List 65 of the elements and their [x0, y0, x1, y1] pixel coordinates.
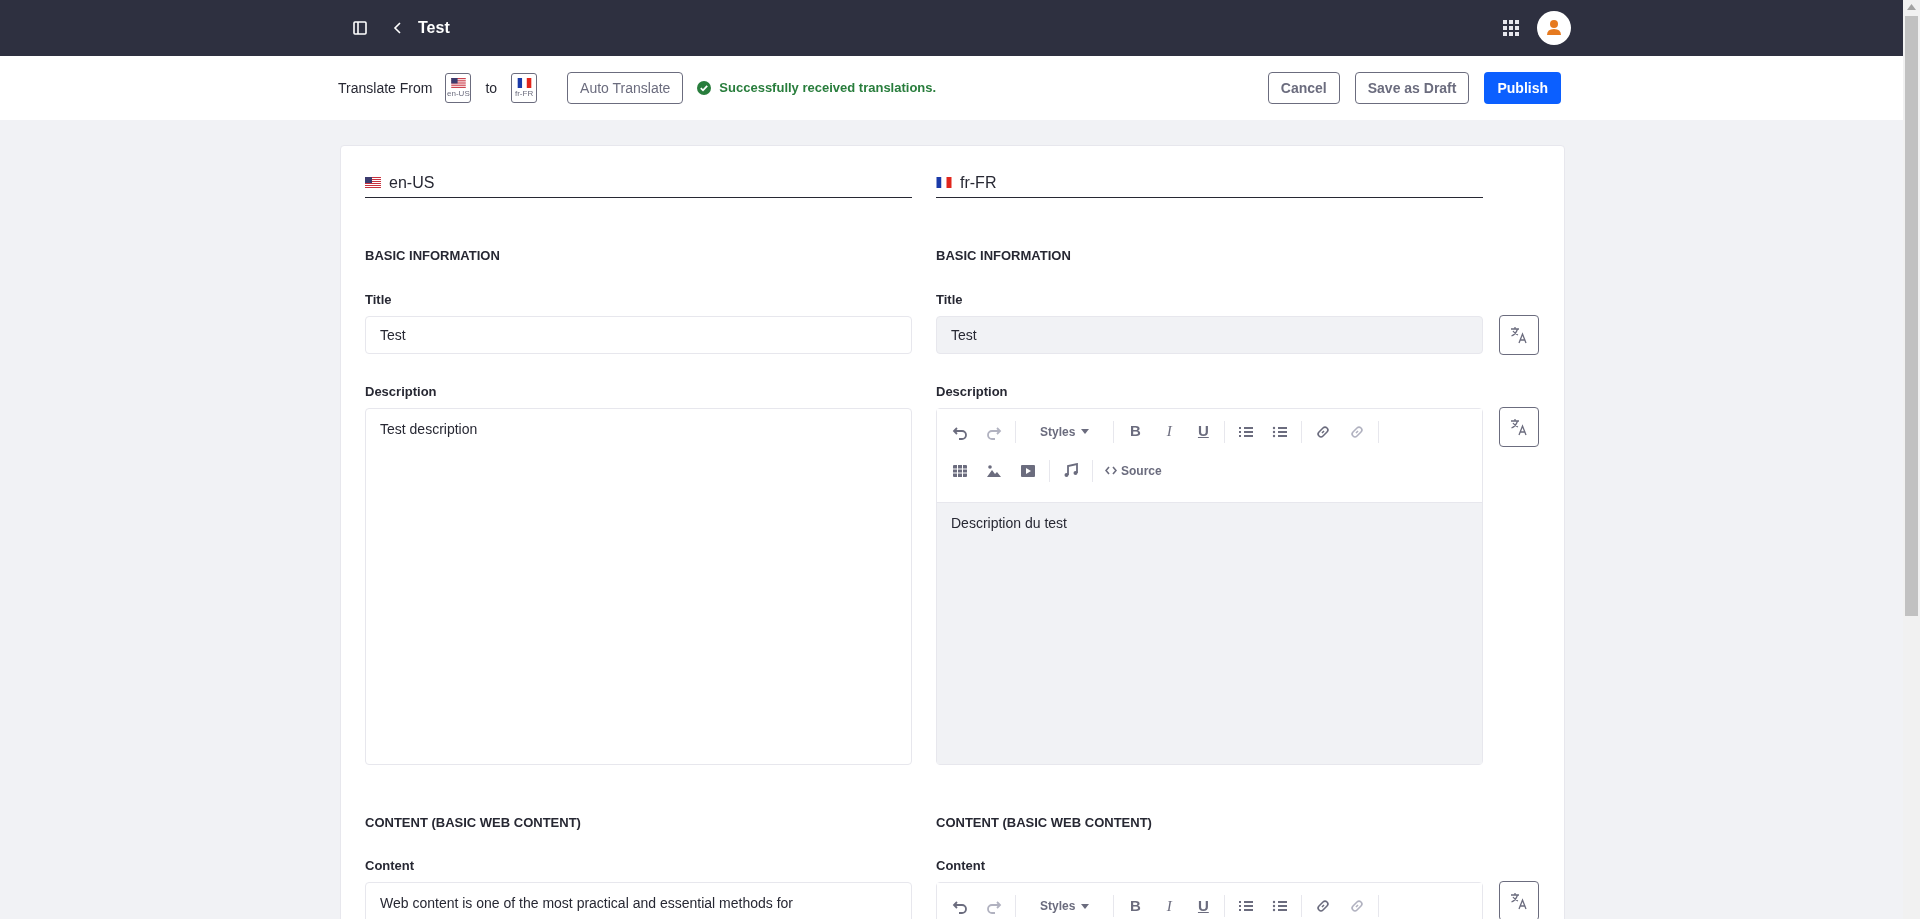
auto-translate-button[interactable]: Auto Translate [567, 72, 684, 104]
translate-button[interactable] [1499, 881, 1539, 919]
locale-badge: en-US [445, 73, 472, 103]
avatar-icon[interactable] [1537, 11, 1571, 45]
page-title: Test [418, 18, 450, 38]
undo-icon [952, 898, 968, 914]
field-label: Content [365, 857, 416, 875]
title-input[interactable]: Test [365, 315, 912, 354]
rich-text-editor[interactable]: Styles B I U Source Description du test [936, 407, 1483, 765]
publish-button[interactable]: Publish [1484, 72, 1561, 104]
apps-grid-icon[interactable] [1503, 20, 1519, 36]
styles-dropdown[interactable]: Styles [1028, 417, 1102, 446]
translate-button[interactable] [1499, 314, 1539, 355]
success-message: Successfully received translations. [719, 79, 937, 98]
text-area[interactable]: Test description [365, 407, 912, 765]
underline-button[interactable]: U [1186, 892, 1221, 919]
section-heading: CONTENT (BASIC WEB CONTENT) [936, 813, 1153, 832]
translate-icon [1510, 417, 1528, 436]
cancel-button[interactable]: Cancel [1267, 72, 1340, 104]
styles-dropdown[interactable]: Styles [1028, 892, 1102, 919]
image-icon [986, 462, 1002, 479]
code-icon [1105, 466, 1117, 475]
section-heading: BASIC INFORMATION [365, 247, 501, 265]
back-icon[interactable] [392, 21, 404, 35]
italic-button[interactable]: I [1152, 417, 1187, 446]
locale-badge: fr-FR [511, 73, 538, 103]
translate-from-label: Translate From [338, 78, 433, 98]
language-header: fr-FR [936, 168, 1483, 198]
link-icon [1315, 898, 1332, 914]
scrollbar[interactable] [1903, 0, 1920, 919]
field-label: Title [365, 290, 393, 309]
rich-text-editor[interactable]: Styles B I U [936, 882, 1483, 919]
field-label: Description [365, 382, 438, 401]
numbered-list-icon [1238, 898, 1255, 914]
success-check-icon [697, 81, 712, 95]
translate-icon [1510, 892, 1528, 910]
language-header: en-US [365, 168, 912, 198]
save-draft-button[interactable]: Save as Draft [1354, 72, 1470, 104]
to-label: to [485, 78, 498, 98]
table-icon [952, 462, 968, 479]
bold-button[interactable]: B [1118, 892, 1153, 919]
text-area[interactable]: Web content is one of the most practical and essential methods for [365, 882, 912, 919]
bulleted-list-icon [1272, 898, 1289, 914]
caret-icon [1081, 429, 1090, 434]
redo-icon [986, 898, 1002, 914]
translate-button[interactable] [1499, 406, 1539, 447]
unlink-icon [1349, 423, 1366, 440]
section-heading: BASIC INFORMATION [936, 247, 1072, 265]
video-icon [1020, 462, 1036, 479]
unlink-icon [1349, 898, 1366, 914]
link-icon [1315, 423, 1332, 440]
caret-icon [1081, 903, 1090, 909]
italic-button[interactable]: I [1152, 892, 1187, 919]
section-heading: CONTENT (BASIC WEB CONTENT) [365, 813, 582, 832]
translate-icon [1510, 325, 1528, 344]
editor-text: Description du test [951, 513, 1068, 533]
field-label: Content [936, 857, 987, 875]
source-button[interactable]: Source [1097, 456, 1170, 485]
title-input[interactable]: Test [936, 315, 1483, 354]
sidebar-toggle-icon[interactable] [352, 20, 368, 36]
field-label: Description [936, 382, 1009, 401]
field-label: Title [936, 290, 964, 309]
underline-button[interactable]: U [1186, 417, 1221, 446]
music-note-icon [1063, 462, 1079, 479]
bold-button[interactable]: B [1118, 417, 1153, 446]
